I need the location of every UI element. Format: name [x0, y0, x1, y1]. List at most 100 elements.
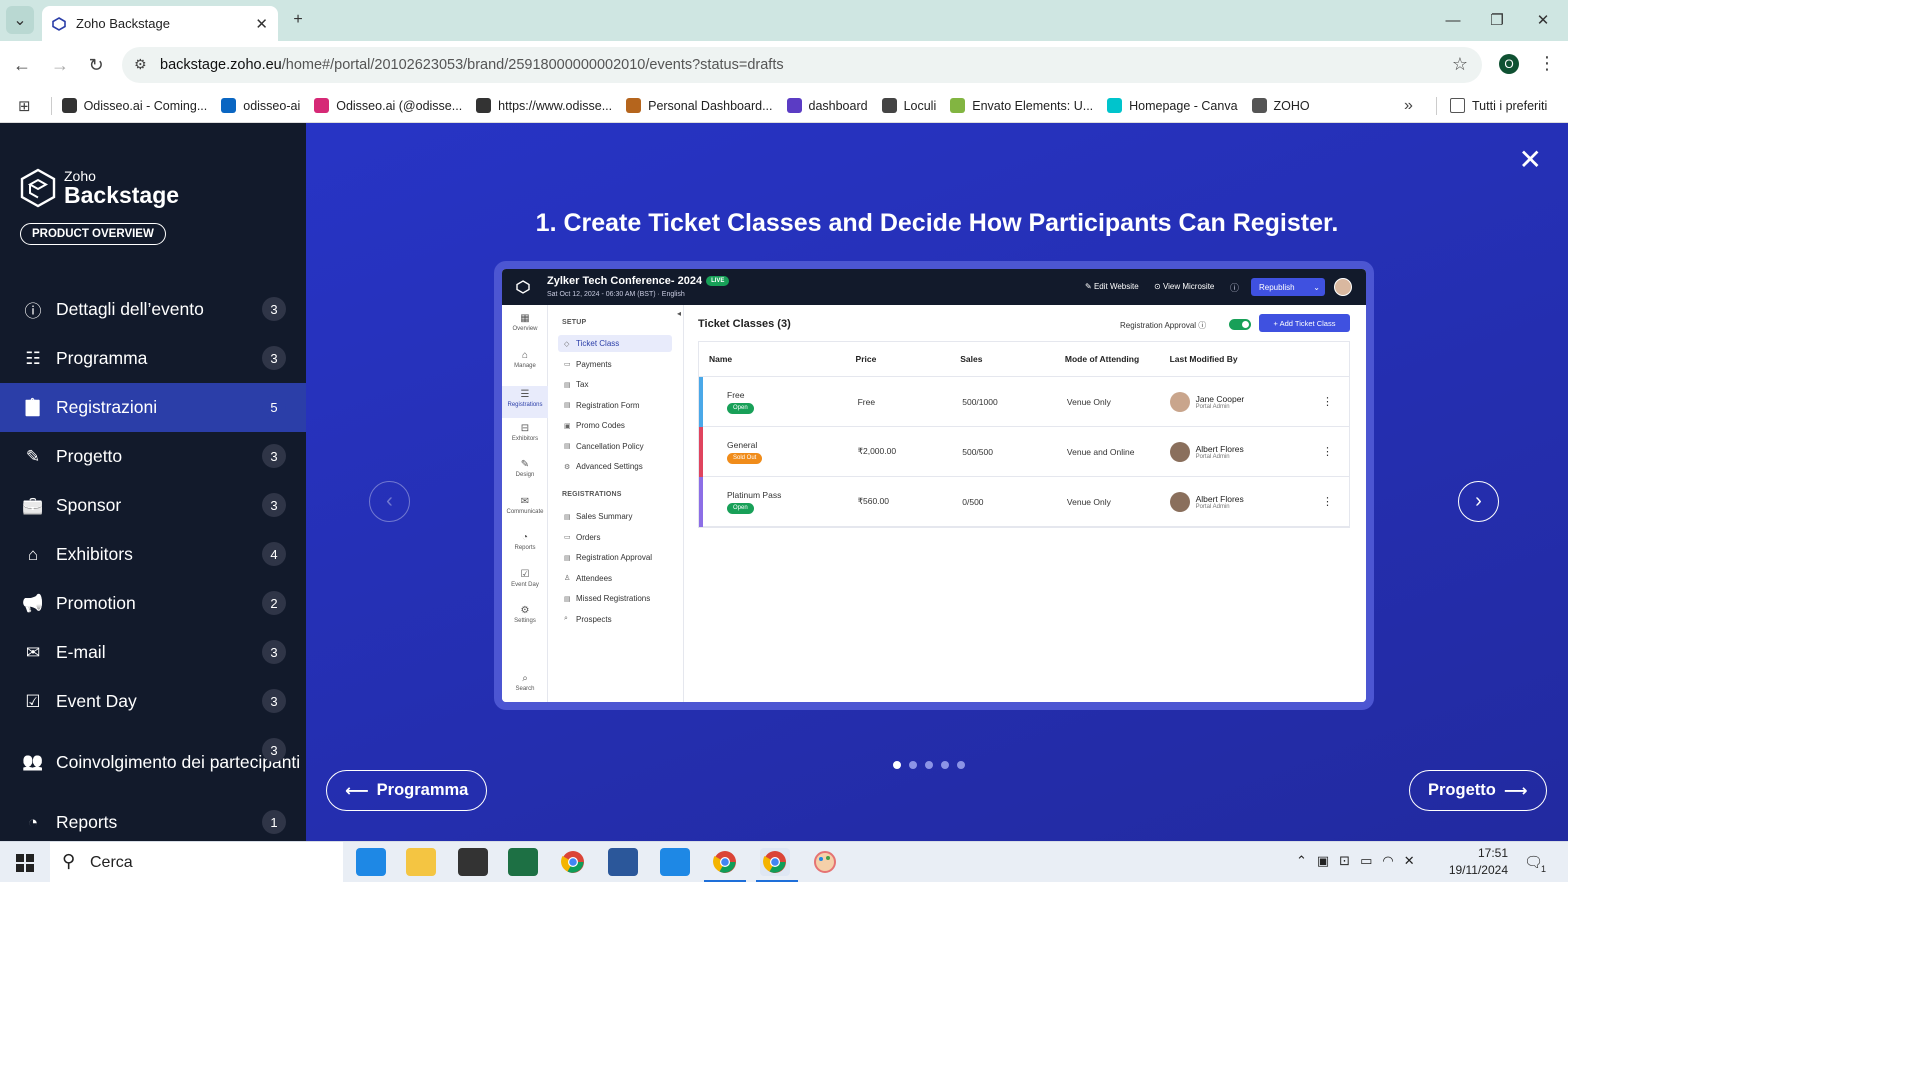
registrations-menu-item[interactable]: ⌕ Prospects: [558, 611, 672, 628]
paint-app-icon[interactable]: [810, 848, 840, 876]
pagination-dot[interactable]: [925, 761, 933, 769]
setup-menu-item[interactable]: ▣ Promo Codes: [558, 417, 672, 434]
inner-rail-item[interactable]: ▦ Overview: [502, 313, 548, 332]
sidebar-item[interactable]: ✉ E-mail 3: [0, 628, 306, 677]
chrome-profile-2-icon[interactable]: [760, 848, 790, 876]
registrations-menu-item[interactable]: ▤ Sales Summary: [558, 508, 672, 525]
inner-rail-item[interactable]: ◔ Reports: [502, 532, 548, 551]
apps-grid-icon[interactable]: ⊞: [18, 97, 31, 115]
sidebar-item[interactable]: ⓘ Dettagli dell’evento 3: [0, 285, 306, 334]
bookmark-item[interactable]: dashboard: [786, 98, 868, 113]
bookmark-star-icon[interactable]: ☆: [1452, 54, 1468, 75]
bookmark-item[interactable]: Envato Elements: U...: [950, 98, 1093, 113]
bookmark-item[interactable]: Personal Dashboard...: [626, 98, 773, 113]
table-row[interactable]: General Sold Out ₹2,000.00 500/500 Venue and…: [699, 427, 1349, 477]
bookmark-item[interactable]: Odisseo.ai - Coming...: [61, 98, 207, 113]
store-app-icon[interactable]: [356, 848, 386, 876]
browser-menu-icon[interactable]: ⋮: [1538, 53, 1556, 74]
chrome-icon[interactable]: [558, 848, 588, 876]
setup-menu-item[interactable]: ▤ Cancellation Policy: [558, 438, 672, 455]
excel-icon[interactable]: [508, 848, 538, 876]
registrations-menu-item[interactable]: ♙ Attendees: [558, 570, 672, 587]
bookmark-item[interactable]: Odisseo.ai (@odisse...: [314, 98, 462, 113]
word-icon[interactable]: [608, 848, 638, 876]
windows-start-icon[interactable]: [16, 854, 34, 872]
forward-button[interactable]: →: [46, 51, 74, 79]
registrations-menu-item[interactable]: ▭ Orders: [558, 529, 672, 546]
inner-rail-item[interactable]: ⊟ Exhibitors: [502, 423, 548, 442]
tab-search-button[interactable]: ⌄: [6, 6, 34, 34]
setup-menu-item[interactable]: ◇ Ticket Class: [558, 335, 672, 352]
inner-rail-item[interactable]: ✎ Design: [502, 459, 548, 478]
inner-rail-item[interactable]: ✉ Communicate: [502, 496, 548, 515]
setup-menu-item[interactable]: ⚙ Advanced Settings: [558, 458, 672, 475]
bookmark-item[interactable]: odisseo-ai: [221, 98, 300, 113]
mail-icon[interactable]: [660, 848, 690, 876]
next-section-button[interactable]: Progetto ⟶: [1409, 770, 1547, 811]
sidebar-item[interactable]: ✎ Progetto 3: [0, 432, 306, 481]
pagination-dot[interactable]: [893, 761, 901, 769]
sidebar-item[interactable]: ⌂ Exhibitors 4: [0, 530, 306, 579]
inner-rail-item[interactable]: ☑ Event Day: [502, 569, 548, 588]
system-tray-icons[interactable]: ⌃▣⊡▭◠✕: [1296, 853, 1425, 869]
collapse-icon[interactable]: ◂: [677, 309, 681, 318]
minimize-button[interactable]: —: [1430, 0, 1476, 40]
bookmark-item[interactable]: Loculi: [881, 98, 936, 113]
pagination-dot[interactable]: [957, 761, 965, 769]
bookmark-item[interactable]: Homepage - Canva: [1107, 98, 1238, 113]
inner-rail-item[interactable]: ⌂ Manage: [502, 350, 548, 369]
registrations-menu-item[interactable]: ▤ Registration Approval: [558, 549, 672, 566]
sidebar-item[interactable]: 👥 Coinvolgimento dei partecipanti 3: [0, 726, 306, 798]
previous-section-button[interactable]: ⟵ Programma: [326, 770, 488, 811]
inner-user-avatar[interactable]: [1334, 278, 1352, 296]
table-row[interactable]: Platinum Pass Open ₹560.00 0/500 Venue Only A…: [699, 477, 1349, 527]
sidebar-item[interactable]: ☷ Programma 3: [0, 334, 306, 383]
chrome-profile-1-icon[interactable]: [710, 848, 740, 876]
help-icon[interactable]: ⓘ: [1230, 281, 1239, 294]
taskbar-clock[interactable]: 17:51 19/11/2024: [1446, 845, 1508, 879]
previous-slide-button[interactable]: ‹: [369, 481, 410, 522]
reload-button[interactable]: ↻: [82, 51, 110, 79]
sidebar-item[interactable]: ◔ Reports 1: [0, 798, 306, 847]
more-bookmarks-button[interactable]: »: [1404, 97, 1413, 115]
registrations-menu-item[interactable]: ▤ Missed Registrations: [558, 590, 672, 607]
republish-button[interactable]: Republish ⌄: [1251, 278, 1325, 296]
close-tab-icon[interactable]: ✕: [255, 15, 268, 33]
setup-menu-item[interactable]: ▭ Payments: [558, 356, 672, 373]
sidebar-item[interactable]: 📋 Registrazioni 5: [0, 383, 306, 432]
address-bar[interactable]: ⚙ backstage.zoho.eu/home#/portal/2010262…: [122, 47, 1482, 83]
taskbar-search[interactable]: ⚲ Cerca: [50, 842, 343, 883]
back-button[interactable]: ←: [8, 51, 36, 79]
close-window-button[interactable]: ✕: [1520, 0, 1566, 40]
row-menu-icon[interactable]: ⋮: [1322, 495, 1333, 508]
edit-website-link[interactable]: ✎ Edit Website: [1085, 282, 1139, 291]
new-tab-button[interactable]: +: [284, 6, 312, 34]
pagination-dot[interactable]: [941, 761, 949, 769]
next-slide-button[interactable]: ›: [1458, 481, 1499, 522]
sidebar-item[interactable]: ☑ Event Day 3: [0, 677, 306, 726]
file-explorer-icon[interactable]: [406, 848, 436, 876]
table-row[interactable]: Free Open Free 500/1000 Venue Only Jane Coope…: [699, 377, 1349, 427]
notes-app-icon[interactable]: [458, 848, 488, 876]
inner-search[interactable]: ⌕ Search: [502, 673, 548, 692]
add-ticket-class-button[interactable]: + Add Ticket Class: [1259, 314, 1350, 332]
site-info-icon[interactable]: ⚙: [134, 56, 147, 73]
sidebar-item[interactable]: 📢 Promotion 2: [0, 579, 306, 628]
pagination-dot[interactable]: [909, 761, 917, 769]
browser-tab[interactable]: Zoho Backstage ✕: [42, 6, 278, 41]
inner-rail-item[interactable]: ☰ Registrations: [502, 386, 548, 418]
bookmark-item[interactable]: https://www.odisse...: [476, 98, 612, 113]
inner-rail-item[interactable]: ⚙ Settings: [502, 605, 548, 624]
setup-menu-item[interactable]: ▤ Tax: [558, 376, 672, 393]
profile-avatar[interactable]: O: [1499, 54, 1519, 74]
view-microsite-link[interactable]: ⊙ View Microsite: [1154, 282, 1214, 291]
sidebar-item[interactable]: 💼 Sponsor 3: [0, 481, 306, 530]
restore-button[interactable]: ❐: [1474, 0, 1520, 40]
setup-menu-item[interactable]: ▤ Registration Form: [558, 397, 672, 414]
bookmark-item[interactable]: ZOHO: [1251, 98, 1310, 113]
close-tour-icon[interactable]: ✕: [1519, 143, 1542, 176]
row-menu-icon[interactable]: ⋮: [1322, 395, 1333, 408]
row-menu-icon[interactable]: ⋮: [1322, 445, 1333, 458]
all-bookmarks-folder[interactable]: Tutti i preferiti: [1450, 98, 1547, 113]
approval-toggle[interactable]: [1229, 319, 1251, 330]
